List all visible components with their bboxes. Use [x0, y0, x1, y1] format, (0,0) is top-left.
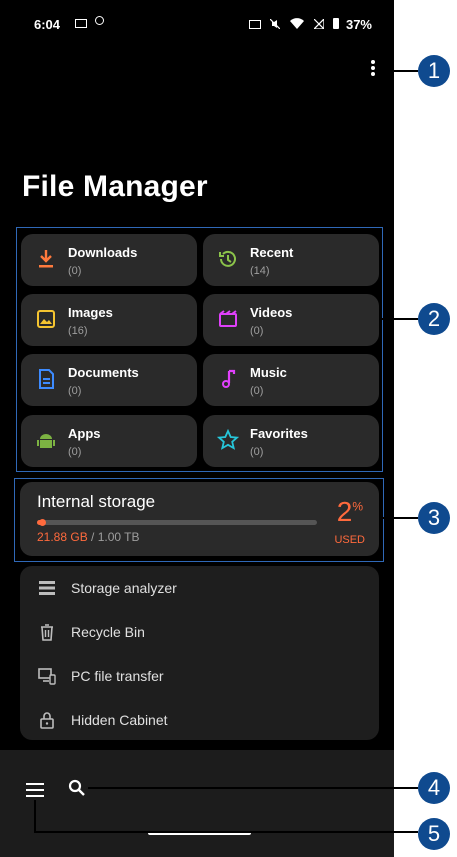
phone-screen: 6:04 37% File Manager Downloads (0) Rece… — [0, 0, 394, 857]
tool-label: Storage analyzer — [71, 580, 177, 596]
category-count: (14) — [250, 265, 270, 277]
callout-line-1 — [378, 70, 418, 72]
callout-badge-3: 3 — [418, 502, 450, 534]
category-count: (0) — [68, 265, 82, 277]
storage-analyzer-icon — [39, 581, 55, 595]
battery-icon — [333, 18, 340, 29]
wifi-icon — [290, 17, 305, 29]
nfc-icon — [248, 20, 261, 29]
storage-sizes: 21.88 GB / 1.00 TB — [37, 530, 140, 544]
storage-used: 21.88 GB — [37, 530, 88, 544]
mute-icon — [270, 17, 281, 30]
callout-line-4 — [88, 787, 418, 789]
callout-badge-2: 2 — [418, 303, 450, 335]
callout-line-5 — [34, 831, 418, 833]
tool-pc-file-transfer[interactable]: PC file transfer — [20, 656, 379, 696]
category-name: Music — [250, 365, 287, 380]
tool-label: Recycle Bin — [71, 624, 145, 640]
category-apps[interactable]: Apps (0) — [21, 415, 197, 467]
callout-badge-5: 5 — [418, 818, 450, 850]
callout-badge-4: 4 — [418, 772, 450, 804]
music-icon — [222, 369, 236, 388]
category-name: Downloads — [68, 245, 138, 260]
storage-used-label: USED — [334, 534, 365, 546]
category-name: Favorites — [250, 426, 308, 441]
callout-line-3 — [382, 517, 418, 519]
image-icon — [37, 310, 55, 328]
storage-percent-value: 2 — [336, 496, 353, 527]
status-time: 6:04 — [34, 17, 61, 32]
no-signal-icon — [312, 17, 325, 30]
category-recent[interactable]: Recent (14) — [203, 234, 379, 286]
hamburger-menu-icon[interactable] — [26, 783, 44, 797]
storage-percent-unit: % — [352, 499, 363, 514]
history-icon — [219, 250, 236, 267]
storage-label: Internal storage — [37, 492, 156, 511]
message-icon — [75, 19, 87, 28]
category-count: (0) — [250, 446, 264, 458]
star-icon — [217, 429, 239, 450]
tool-label: Hidden Cabinet — [71, 712, 168, 728]
tools-list: Storage analyzer Recycle Bin PC file tra… — [20, 566, 379, 740]
tool-label: PC file transfer — [71, 668, 164, 684]
category-music[interactable]: Music (0) — [203, 354, 379, 406]
category-count: (16) — [68, 325, 88, 337]
category-downloads[interactable]: Downloads (0) — [21, 234, 197, 286]
category-name: Images — [68, 305, 113, 320]
category-favorites[interactable]: Favorites (0) — [203, 415, 379, 467]
bulb-icon — [95, 16, 104, 25]
category-name: Documents — [68, 365, 139, 380]
storage-usage-dot — [39, 519, 46, 526]
document-icon — [39, 369, 54, 389]
callout-line-2 — [382, 318, 418, 320]
tool-recycle-bin[interactable]: Recycle Bin — [20, 612, 379, 652]
category-documents[interactable]: Documents (0) — [21, 354, 197, 406]
lock-icon — [40, 712, 54, 729]
category-count: (0) — [68, 385, 82, 397]
category-count: (0) — [250, 385, 264, 397]
category-images[interactable]: Images (16) — [21, 294, 197, 346]
category-count: (0) — [68, 446, 82, 458]
callout-line-5-vertical — [34, 800, 36, 832]
callout-badge-1: 1 — [418, 55, 450, 87]
category-videos[interactable]: Videos (0) — [203, 294, 379, 346]
download-icon — [39, 250, 53, 268]
page-title: File Manager — [22, 170, 208, 203]
bottom-app-bar — [0, 750, 394, 857]
battery-percent: 37% — [345, 17, 372, 32]
category-name: Apps — [68, 426, 101, 441]
tool-hidden-cabinet[interactable]: Hidden Cabinet — [20, 700, 379, 740]
pc-transfer-icon — [38, 668, 56, 685]
video-icon — [219, 310, 237, 327]
tool-storage-analyzer[interactable]: Storage analyzer — [20, 568, 379, 608]
category-count: (0) — [250, 325, 264, 337]
search-icon[interactable] — [68, 779, 86, 797]
category-name: Videos — [250, 305, 293, 320]
status-bar: 6:04 37% — [34, 14, 372, 34]
category-name: Recent — [250, 245, 294, 260]
trash-icon — [41, 624, 53, 641]
status-icons: 37% — [248, 17, 372, 32]
storage-usage-bar — [37, 519, 317, 526]
storage-percent: 2% — [337, 496, 363, 528]
storage-total: / 1.00 TB — [87, 530, 140, 544]
internal-storage-card[interactable]: Internal storage 21.88 GB / 1.00 TB 2% U… — [20, 482, 379, 556]
android-icon — [37, 434, 55, 448]
